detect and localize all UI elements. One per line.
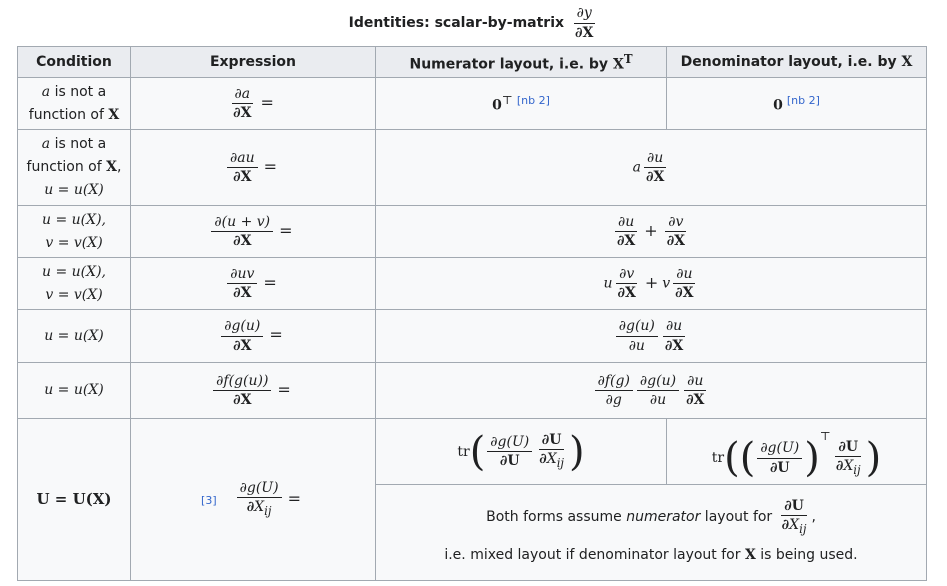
caption-fraction: ∂y ∂X	[573, 5, 595, 41]
table-row: u = u(X) ∂g(u) ∂X = ∂g(u) ∂u ∂u ∂X	[17, 309, 927, 363]
numerator-result-cell: tr(∂g(U) ∂U ∂U ∂Xij)	[375, 418, 667, 485]
table-row: u = u(X) ∂f(g(u)) ∂X = ∂f(g) ∂g ∂g(u) ∂u ∂u ∂X	[17, 362, 927, 419]
condition-cell: a is not a function of X	[17, 77, 131, 130]
header-numerator-layout: Numerator layout, i.e. by XT	[375, 46, 667, 78]
condition-cell: u = u(X)	[17, 309, 131, 363]
condition-cell: u = u(X), v = v(X)	[17, 205, 131, 258]
header-expression: Expression	[130, 46, 376, 78]
condition-cell: u = u(X)	[17, 362, 131, 419]
condition-cell: a is not a function of X, u = u(X)	[17, 129, 131, 206]
caption-text: Identities: scalar-by-matrix	[348, 15, 565, 31]
reference-link[interactable]: [nb 2]	[787, 94, 820, 107]
result-cell: ∂u ∂X + ∂v ∂X	[375, 205, 927, 258]
table-row: u = u(X), v = v(X) ∂(u + v) ∂X = ∂u ∂X + ∂v ∂X	[17, 205, 927, 258]
header-condition: Condition	[17, 46, 131, 78]
denominator-result-cell: tr((∂g(U) ∂U)⊤ ∂U ∂Xij)	[666, 418, 927, 485]
reference-link[interactable]: [3]	[201, 494, 217, 507]
result-cell: ∂f(g) ∂g ∂g(u) ∂u ∂u ∂X	[375, 362, 927, 419]
header-row: Condition Expression Numerator layout, i…	[17, 46, 927, 78]
expression-cell: ∂uv ∂X =	[130, 257, 376, 310]
reference-link[interactable]: [nb 2]	[517, 94, 550, 107]
expression-cell: ∂a ∂X =	[130, 77, 376, 130]
header-denominator-layout: Denominator layout, i.e. by X	[666, 46, 927, 78]
denominator-result-cell: 0 [nb 2]	[666, 77, 927, 130]
result-cell: a ∂u ∂X	[375, 129, 927, 206]
condition-cell: U = U(X)	[17, 418, 131, 581]
expression-cell: [3] ∂g(U) ∂Xij =	[130, 418, 376, 581]
expression-cell: ∂(u + v) ∂X =	[130, 205, 376, 258]
expression-cell: ∂f(g(u)) ∂X =	[130, 362, 376, 419]
condition-cell: u = u(X), v = v(X)	[17, 257, 131, 310]
table-row: a is not a function of X, u = u(X) ∂au ∂X…	[17, 129, 927, 206]
expression-cell: ∂au ∂X =	[130, 129, 376, 206]
result-cell: u ∂v ∂X + v ∂u ∂X	[375, 257, 927, 310]
numerator-result-cell: 0⊤ [nb 2]	[375, 77, 667, 130]
identities-table: Condition Expression Numerator layout, i…	[17, 46, 927, 581]
table-row: u = u(X), v = v(X) ∂uv ∂X = u ∂v ∂X + v ∂u ∂X	[17, 257, 927, 310]
table-row: a is not a function of X ∂a ∂X = 0⊤ [nb 2] …	[17, 77, 927, 130]
result-cell: ∂g(u) ∂u ∂u ∂X	[375, 309, 927, 363]
table-caption: Identities: scalar-by-matrix ∂y ∂X	[0, 0, 947, 46]
expression-cell: ∂g(u) ∂X =	[130, 309, 376, 363]
note-cell: Both forms assume numerator layout for ∂…	[375, 484, 927, 581]
table-row: U = U(X) [3] ∂g(U) ∂Xij = tr(∂g(U) ∂U ∂U ∂Xij)…	[17, 418, 927, 581]
